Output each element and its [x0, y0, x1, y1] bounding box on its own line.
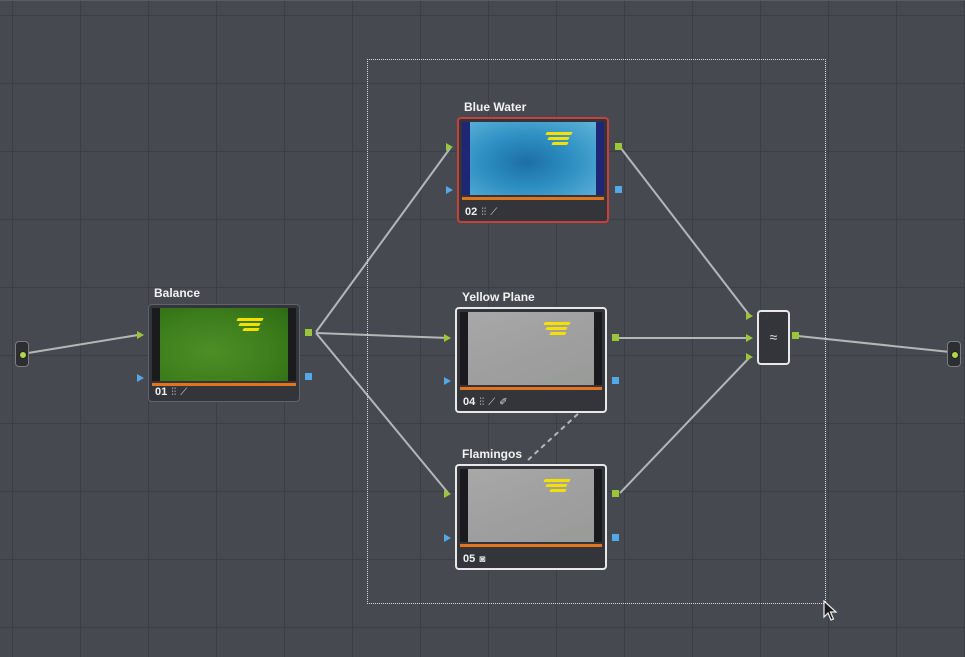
- curves-icon: ⟋: [490, 206, 498, 218]
- plane-icon: [236, 316, 264, 331]
- mixer-input-port[interactable]: [746, 353, 753, 361]
- key-output-port[interactable]: [612, 534, 619, 541]
- curves-icon: ⟋: [488, 396, 496, 408]
- node-number: 05: [463, 553, 476, 565]
- key-input-port[interactable]: [444, 377, 451, 385]
- node-balance[interactable]: Balance 01 ⫶⫶ ⟋: [148, 286, 300, 402]
- input-node-icon: [19, 351, 27, 359]
- key-input-port[interactable]: [137, 374, 144, 382]
- node-thumbnail: [462, 122, 604, 195]
- rgb-input-port[interactable]: [137, 331, 144, 339]
- key-output-port[interactable]: [305, 373, 312, 380]
- primaries-icon: ⫶⫶: [481, 206, 487, 218]
- node-title: Yellow Plane: [462, 290, 535, 304]
- key-input-port[interactable]: [446, 186, 453, 194]
- key-output-port[interactable]: [612, 377, 619, 384]
- node-status-bar: [460, 544, 602, 547]
- node-title: Blue Water: [464, 100, 527, 114]
- rgb-output-port[interactable]: [612, 334, 619, 341]
- node-title: Balance: [154, 286, 201, 300]
- node-blue-water[interactable]: Blue Water 02 ⫶⫶ ⟋: [457, 100, 609, 223]
- rgb-input-port[interactable]: [446, 143, 453, 151]
- node-status-bar: [462, 197, 604, 200]
- rgb-input-port[interactable]: [444, 334, 451, 342]
- plane-icon: [542, 477, 571, 492]
- node-thumbnail: [152, 308, 296, 381]
- mouse-cursor-icon: [823, 600, 838, 621]
- window-icon: ◙: [479, 553, 486, 565]
- primaries-icon: ⫶⫶: [479, 396, 485, 408]
- node-flamingos[interactable]: Flamingos 05 ◙: [455, 447, 607, 570]
- node-number: 04: [463, 396, 476, 408]
- node-thumbnail: [460, 469, 602, 542]
- node-status-bar: [460, 387, 602, 390]
- rgb-output-port[interactable]: [305, 329, 312, 336]
- curves-icon: ⟋: [180, 386, 188, 398]
- plane-icon: [542, 320, 571, 335]
- rgb-output-port[interactable]: [612, 490, 619, 497]
- rgb-output-port[interactable]: [615, 143, 622, 150]
- node-title: Flamingos: [462, 447, 523, 461]
- layer-mixer-icon: ≈: [769, 329, 778, 345]
- rgb-input-port[interactable]: [444, 490, 451, 498]
- key-output-port[interactable]: [615, 186, 622, 193]
- node-yellow-plane[interactable]: Yellow Plane 04 ⫶⫶ ⟋ ✐: [455, 290, 607, 413]
- mixer-output-port[interactable]: [792, 332, 799, 339]
- connection-input-balance: [27, 334, 139, 354]
- output-node[interactable]: [947, 341, 961, 367]
- node-number: 02: [465, 206, 478, 218]
- node-thumbnail: [460, 312, 602, 385]
- mixer-input-port[interactable]: [746, 312, 753, 320]
- node-number: 01: [155, 386, 168, 398]
- key-input-port[interactable]: [444, 534, 451, 542]
- qualifier-icon: ✐: [499, 396, 508, 408]
- plane-icon: [544, 130, 573, 145]
- layer-mixer-node[interactable]: ≈: [757, 310, 790, 365]
- output-node-icon: [951, 351, 959, 359]
- primaries-icon: ⫶⫶: [171, 386, 177, 398]
- mixer-input-port[interactable]: [746, 334, 753, 342]
- input-node[interactable]: [15, 341, 29, 367]
